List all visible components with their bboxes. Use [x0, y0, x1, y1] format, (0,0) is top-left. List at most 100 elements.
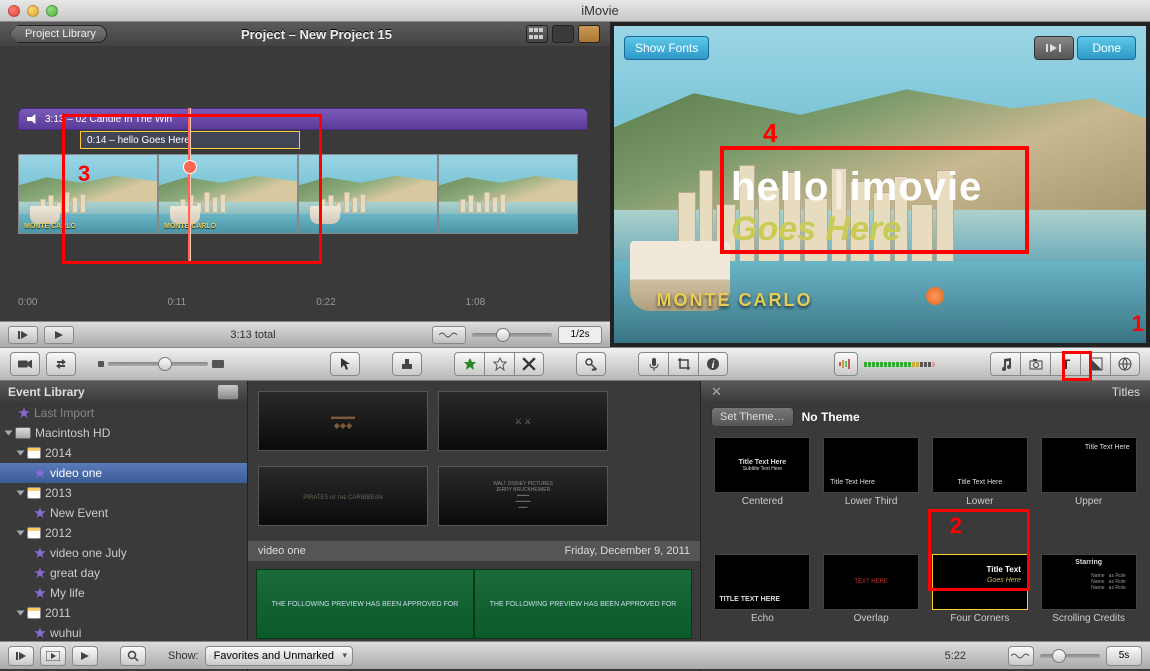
camera-import-button[interactable]: [10, 352, 40, 376]
zoom-window-button[interactable]: [46, 5, 58, 17]
calendar-icon: [27, 487, 41, 499]
event-clip[interactable]: WALT DISNEY PICTURESJERRY BRUCKHEIMER━━━…: [438, 466, 608, 526]
close-window-button[interactable]: [8, 5, 20, 17]
play-from-start-button[interactable]: [8, 326, 38, 344]
event-duration: 5:22: [945, 650, 966, 662]
title-style-item[interactable]: Title Text HereLower: [929, 437, 1032, 548]
title-thumbnail: Title Text Here: [823, 437, 919, 493]
main-toolbar: i T: [0, 347, 1150, 381]
disclosure-triangle-icon[interactable]: [17, 611, 25, 616]
title-thumbnail: TITLE TEXT HERE: [714, 554, 810, 610]
event-tree-item[interactable]: video one July: [0, 543, 247, 563]
edit-tool-button[interactable]: [392, 352, 422, 376]
play-button[interactable]: [44, 326, 74, 344]
view-mode-grid-button[interactable]: [526, 25, 548, 43]
project-title: Project – New Project 15: [107, 27, 526, 42]
show-fonts-button[interactable]: Show Fonts: [624, 36, 709, 60]
play-selection-button[interactable]: [72, 646, 98, 666]
thumbnail-zoom-slider[interactable]: [472, 333, 552, 337]
set-theme-button[interactable]: Set Theme…: [711, 407, 794, 427]
timeline[interactable]: 3:13 – 02 Candle In The Win 0:14 – hello…: [0, 46, 610, 347]
crop-button[interactable]: [668, 352, 698, 376]
view-mode-button-2[interactable]: [552, 25, 574, 43]
photo-browser-button[interactable]: [1020, 352, 1050, 376]
event-date: Friday, December 9, 2011: [564, 545, 690, 557]
minimize-window-button[interactable]: [27, 5, 39, 17]
waveform-toggle-2[interactable]: [1008, 646, 1034, 666]
favorite-button[interactable]: [454, 352, 484, 376]
show-filter-select[interactable]: Favorites and Unmarked: [205, 646, 353, 666]
transitions-browser-button[interactable]: [1080, 352, 1110, 376]
event-clip[interactable]: ▬▬▬◆◆◆: [258, 391, 428, 451]
playhead[interactable]: [188, 108, 190, 263]
disk-icon[interactable]: [217, 384, 239, 400]
play-fullscreen-start-button[interactable]: [8, 646, 34, 666]
inspector-button[interactable]: i: [698, 352, 728, 376]
title-style-item[interactable]: Title Text HereSubtitle Text HereCentere…: [711, 437, 814, 548]
keyword-button[interactable]: [576, 352, 606, 376]
event-tree-item[interactable]: New Event: [0, 503, 247, 523]
event-tree-item[interactable]: wuhui: [0, 623, 247, 643]
thumbnail-size-slider[interactable]: [98, 360, 224, 368]
title-style-item[interactable]: Title Text Here Lower Third: [820, 437, 923, 548]
title-item-label: Upper: [1075, 496, 1102, 507]
disclosure-triangle-icon[interactable]: [17, 531, 25, 536]
project-library-back-button[interactable]: Project Library: [10, 25, 107, 43]
event-tree-label: wuhui: [50, 626, 81, 640]
audio-levels-button[interactable]: [834, 352, 858, 376]
event-clip[interactable]: PIRATES ᴏғ ᴛʜᴇ CARIBBEAN: [258, 466, 428, 526]
waveform-toggle-button[interactable]: [432, 326, 466, 344]
unmark-button[interactable]: [484, 352, 514, 376]
event-star-icon: [34, 507, 46, 519]
event-tree-item[interactable]: video one: [0, 463, 247, 483]
search-button[interactable]: [120, 646, 146, 666]
preview-play-button[interactable]: [1034, 36, 1074, 60]
audio-track[interactable]: 3:13 – 02 Candle In The Win: [18, 108, 588, 130]
annotation-label-2: 2: [950, 513, 962, 539]
video-clip[interactable]: MONTE CARLO: [158, 154, 298, 234]
event-star-icon: [18, 407, 30, 419]
event-tree-label: 2011: [45, 606, 71, 620]
arrow-tool-button[interactable]: [330, 352, 360, 376]
disclosure-triangle-icon[interactable]: [17, 491, 25, 496]
maps-browser-button[interactable]: [1110, 352, 1140, 376]
event-zoom-slider[interactable]: [1040, 654, 1100, 658]
title-item-label: Lower Third: [845, 496, 898, 507]
title-style-item[interactable]: Title Text HereUpper: [1037, 437, 1140, 548]
annotation-label-3: 3: [78, 161, 90, 187]
play-fullscreen-button[interactable]: [40, 646, 66, 666]
theme-name-label: No Theme: [802, 410, 860, 424]
close-panel-button[interactable]: ✕: [711, 384, 722, 400]
annotation-label-4: 4: [763, 118, 777, 149]
svg-text:i: i: [712, 360, 715, 371]
event-tree[interactable]: Last Import Macintosh HD2014video one 2013…: [0, 403, 247, 671]
done-button[interactable]: Done: [1077, 36, 1136, 60]
disclosure-triangle-icon[interactable]: [17, 451, 25, 456]
event-tree-item[interactable]: 2013: [0, 483, 247, 503]
event-clip[interactable]: ⚔ ⚔: [438, 391, 608, 451]
event-tree-item[interactable]: 2011: [0, 603, 247, 623]
event-tree-item[interactable]: Macintosh HD: [0, 423, 247, 443]
event-tree-item[interactable]: 2012: [0, 523, 247, 543]
video-clip[interactable]: [438, 154, 578, 234]
zoom-value: 1/2s: [558, 326, 602, 344]
event-tree-item[interactable]: great day: [0, 563, 247, 583]
calendar-icon: [27, 447, 41, 459]
event-tree-label: Last Import: [34, 406, 94, 420]
event-filmstrip[interactable]: THE FOLLOWING PREVIEW HAS BEEN APPROVED …: [256, 569, 692, 639]
titles-browser-button[interactable]: T: [1050, 352, 1080, 376]
music-browser-button[interactable]: [990, 352, 1020, 376]
swap-panels-button[interactable]: [46, 352, 76, 376]
event-tree-item[interactable]: My life: [0, 583, 247, 603]
reject-button[interactable]: [514, 352, 544, 376]
titles-header-label: Titles: [1112, 385, 1140, 399]
view-mode-button-3[interactable]: [578, 25, 600, 43]
voiceover-button[interactable]: [638, 352, 668, 376]
title-thumbnail: Title TextGoes Here: [932, 554, 1028, 610]
preview-viewport[interactable]: Show Fonts Done hello|imovie Goes Here M…: [614, 26, 1146, 343]
disclosure-triangle-icon[interactable]: [5, 431, 13, 436]
event-tree-item[interactable]: Last Import: [0, 403, 247, 423]
event-tree-item[interactable]: 2014: [0, 443, 247, 463]
video-clip[interactable]: [298, 154, 438, 234]
event-tree-label: 2013: [45, 486, 72, 500]
